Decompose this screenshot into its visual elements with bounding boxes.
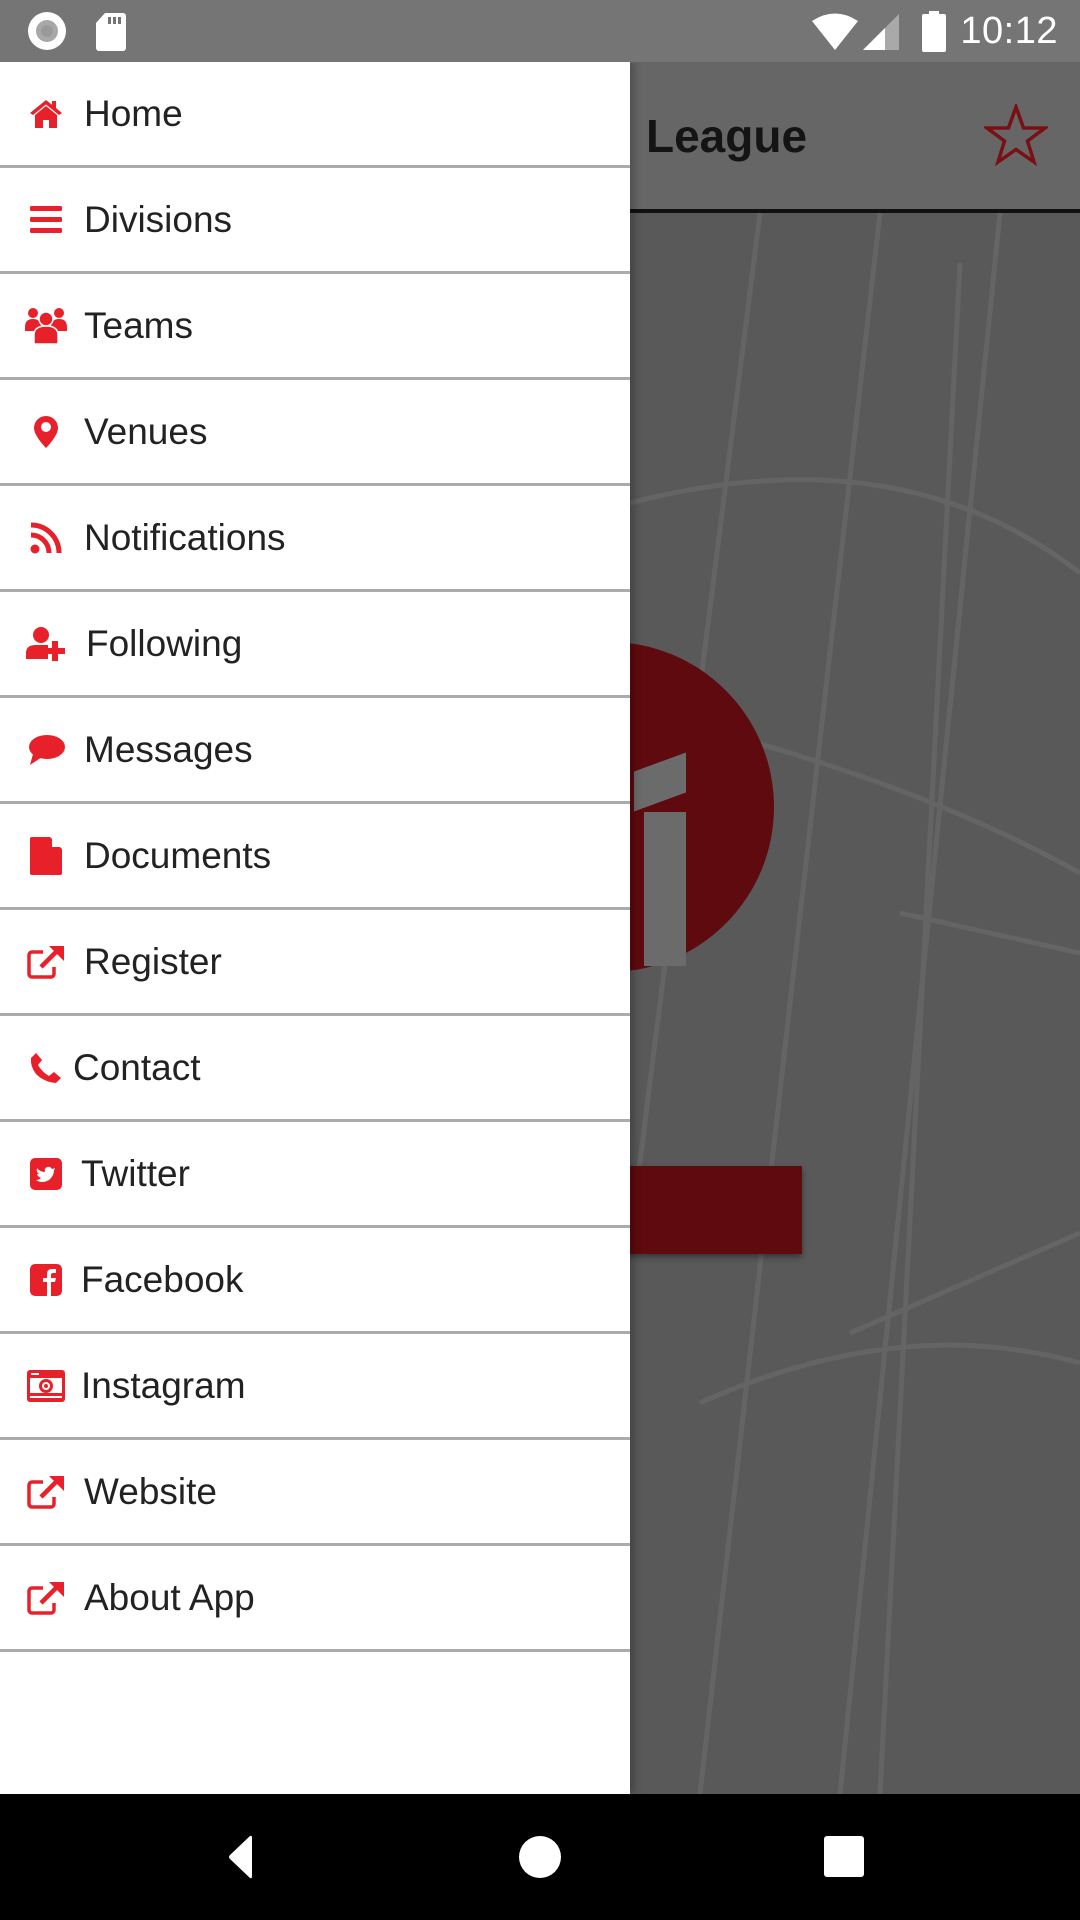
drawer-item-contact[interactable]: Contact — [0, 1016, 630, 1122]
external-link-icon — [24, 1470, 68, 1514]
camera-icon — [24, 1364, 68, 1408]
users-icon — [24, 304, 68, 348]
drawer-item-home[interactable]: Home — [0, 62, 630, 168]
drawer-item-label: Following — [86, 622, 243, 664]
drawer-item-notifications[interactable]: Notifications — [0, 486, 630, 592]
file-icon — [24, 834, 68, 878]
drawer-item-label: Website — [84, 1470, 217, 1512]
drawer-item-label: Notifications — [84, 516, 286, 558]
list-icon — [24, 198, 68, 242]
drawer-item-messages[interactable]: Messages — [0, 698, 630, 804]
drawer-item-label: Contact — [73, 1046, 201, 1088]
logo-mark-slant — [634, 752, 686, 812]
drawer-item-label: Instagram — [81, 1364, 246, 1406]
drawer-item-following[interactable]: Following — [0, 592, 630, 698]
user-plus-icon — [26, 622, 70, 666]
drawer-item-twitter[interactable]: Twitter — [0, 1122, 630, 1228]
drawer-item-documents[interactable]: Documents — [0, 804, 630, 910]
drawer-item-website[interactable]: Website — [0, 1440, 630, 1546]
map-marker-icon — [24, 410, 68, 454]
facebook-square-icon — [24, 1258, 68, 1302]
navigation-drawer: Home Divisions Teams Venues Notification… — [0, 62, 630, 1794]
rss-icon — [24, 516, 68, 560]
sd-card-icon — [96, 13, 126, 51]
system-nav-bar — [0, 1794, 1080, 1920]
drawer-item-label: Messages — [84, 728, 253, 770]
status-bar: 10:12 — [0, 0, 1080, 62]
logo-mark — [644, 812, 686, 966]
external-link-icon — [24, 1576, 68, 1620]
recents-button[interactable] — [814, 1832, 874, 1882]
drawer-item-label: Twitter — [81, 1152, 190, 1194]
record-icon — [28, 12, 66, 50]
twitter-square-icon — [24, 1152, 68, 1196]
home-icon — [24, 92, 68, 136]
favorite-star-icon[interactable] — [984, 104, 1048, 166]
clock: 10:12 — [960, 10, 1058, 52]
back-button[interactable] — [206, 1832, 266, 1882]
drawer-item-label: Venues — [84, 410, 208, 452]
drawer-item-teams[interactable]: Teams — [0, 274, 630, 380]
drawer-item-facebook[interactable]: Facebook — [0, 1228, 630, 1334]
comment-icon — [24, 728, 68, 772]
drawer-item-register[interactable]: Register — [0, 910, 630, 1016]
drawer-item-instagram[interactable]: Instagram — [0, 1334, 630, 1440]
drawer-item-label: Documents — [84, 834, 272, 876]
phone-icon — [24, 1046, 68, 1090]
drawer-item-venues[interactable]: Venues — [0, 380, 630, 486]
battery-icon — [922, 11, 946, 52]
drawer-item-label: Facebook — [81, 1258, 244, 1300]
external-link-icon — [24, 940, 68, 984]
wifi-icon — [812, 13, 858, 50]
home-button[interactable] — [510, 1832, 570, 1882]
drawer-item-about-app[interactable]: About App — [0, 1546, 630, 1652]
app-title: League — [646, 110, 808, 162]
drawer-item-label: Home — [84, 92, 183, 134]
drawer-item-label: Teams — [84, 304, 193, 346]
drawer-item-label: Register — [84, 940, 222, 982]
drawer-item-label: Divisions — [84, 198, 233, 240]
signal-icon — [863, 14, 899, 50]
drawer-item-label: About App — [84, 1576, 255, 1618]
drawer-item-divisions[interactable]: Divisions — [0, 168, 630, 274]
